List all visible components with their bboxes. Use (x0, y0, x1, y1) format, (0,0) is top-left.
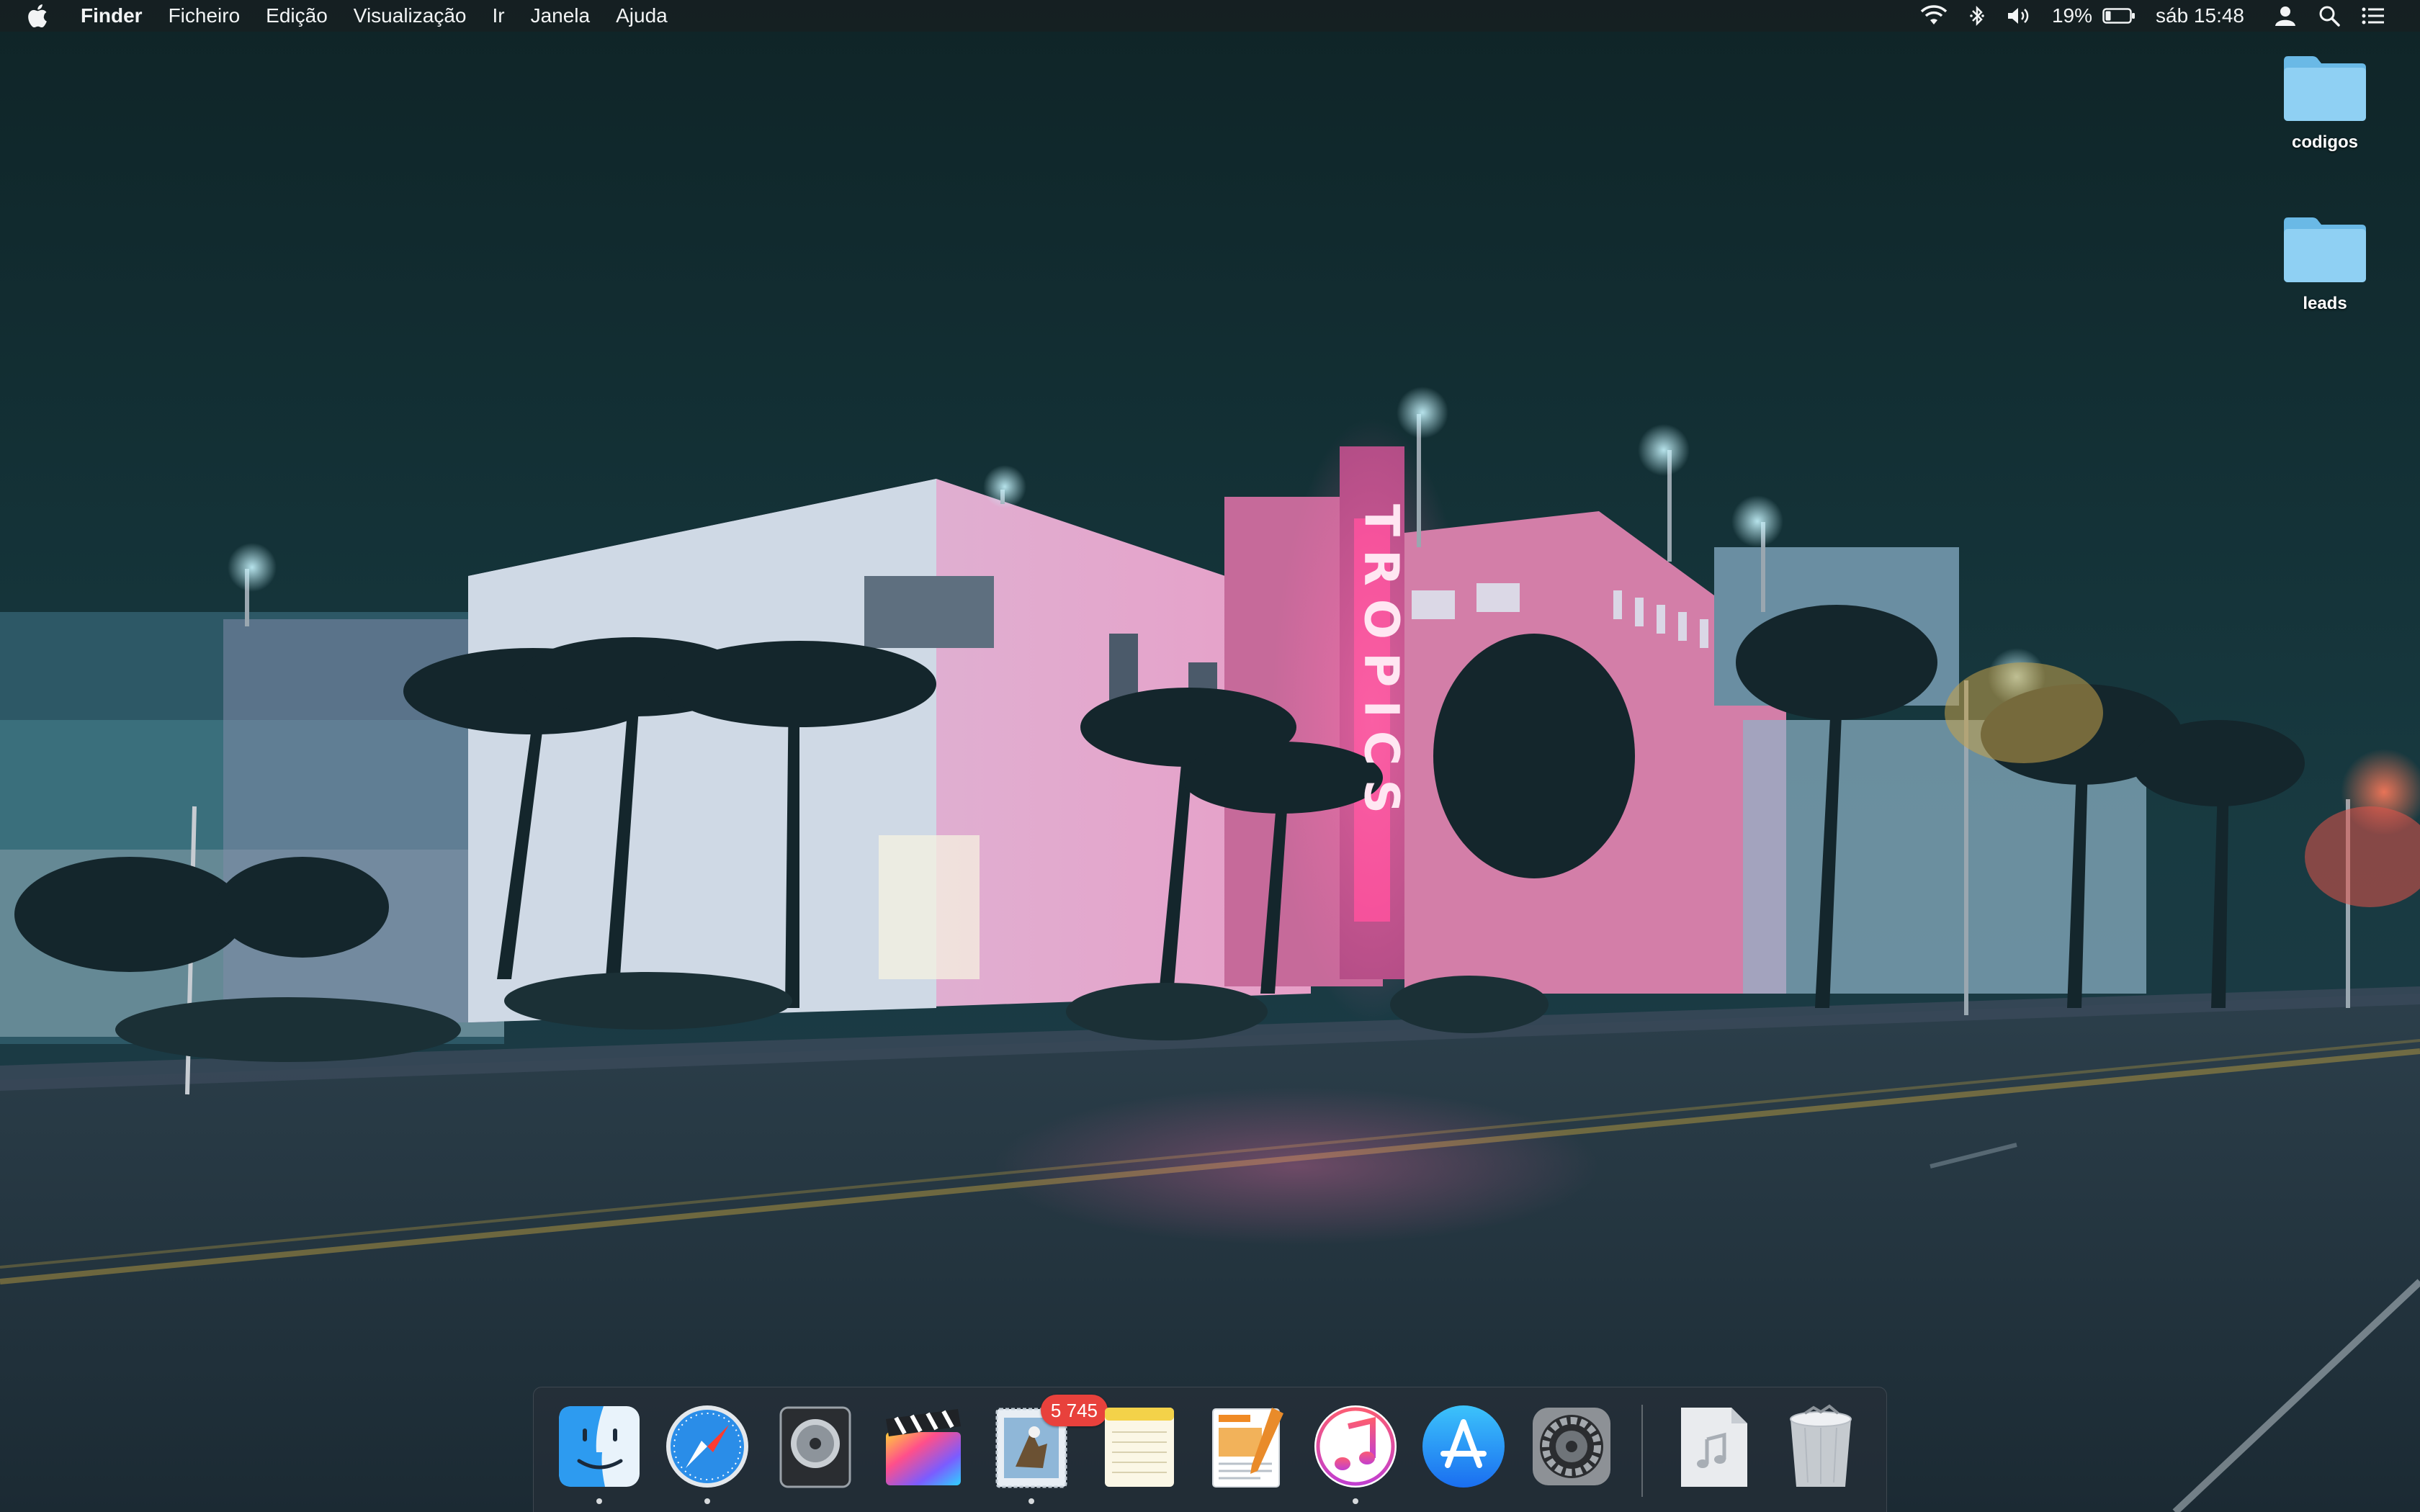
running-indicator (1028, 1498, 1034, 1504)
battery-icon[interactable] (2102, 0, 2146, 32)
music-document-icon (1681, 1408, 1747, 1487)
volume-icon[interactable] (1996, 0, 2042, 32)
menu-clock[interactable]: sáb 15:48 (2146, 0, 2263, 32)
dock-item-final-cut-pro[interactable] (877, 1402, 969, 1507)
dock-item-notes[interactable] (1093, 1402, 1186, 1507)
apple-logo-icon[interactable] (27, 0, 53, 32)
safari-icon (666, 1405, 748, 1488)
dock-item-trash[interactable] (1775, 1402, 1867, 1507)
notes-icon (1105, 1408, 1174, 1487)
trash-icon (1790, 1404, 1852, 1487)
dock-item-mail[interactable]: 5 745 (985, 1395, 1108, 1507)
dock: 5 745 (533, 1387, 1887, 1512)
desktop-folder-codigos[interactable]: codigos (2260, 50, 2390, 153)
folder-icon (2284, 217, 2366, 282)
menu-ajuda[interactable]: Ajuda (603, 0, 681, 32)
menu-ficheiro[interactable]: Ficheiro (156, 0, 254, 32)
dock-item-pages[interactable] (1201, 1402, 1294, 1507)
spotlight-search-icon[interactable] (2308, 0, 2351, 32)
dock-item-itunes[interactable] (1309, 1402, 1402, 1507)
running-indicator (1461, 1498, 1466, 1504)
running-indicator (1818, 1498, 1824, 1504)
dock-item-safari[interactable] (661, 1402, 753, 1507)
folder-label: codigos (2291, 132, 2358, 152)
menu-edicao[interactable]: Edição (253, 0, 341, 32)
neon-sign-text: TROPICS (1354, 504, 1410, 827)
menu-visualizacao[interactable]: Visualização (341, 0, 480, 32)
dock-item-music-document[interactable] (1667, 1402, 1759, 1507)
user-icon[interactable] (2263, 0, 2308, 32)
wallpaper: TROPICS (0, 387, 2420, 1512)
dock-item-logic-pro[interactable] (769, 1402, 861, 1507)
battery-percent[interactable]: 19% (2042, 0, 2102, 32)
running-indicator (812, 1498, 818, 1504)
finder-icon (559, 1406, 640, 1487)
desktop: TROPICS Finder Ficheiro Edição Visualiza… (0, 0, 2420, 1512)
menu-bar: Finder Ficheiro Edição Visualização Ir J… (0, 0, 2420, 32)
itunes-icon (1314, 1405, 1397, 1488)
running-indicator (920, 1498, 926, 1504)
logic-pro-icon (779, 1406, 851, 1488)
dock-item-finder[interactable] (553, 1402, 645, 1507)
pages-icon (1212, 1408, 1283, 1488)
bluetooth-icon[interactable] (1958, 0, 1996, 32)
folder-icon (2284, 56, 2366, 121)
running-indicator (1710, 1498, 1716, 1504)
running-indicator (1245, 1498, 1250, 1504)
dock-item-system-preferences[interactable] (1525, 1402, 1618, 1507)
system-preferences-icon (1533, 1408, 1610, 1485)
desktop-folder-leads[interactable]: leads (2260, 212, 2390, 314)
running-indicator (1353, 1498, 1358, 1504)
menu-ir[interactable]: Ir (479, 0, 517, 32)
running-indicator (1569, 1498, 1574, 1504)
running-indicator (1137, 1498, 1142, 1504)
folder-label: leads (2303, 294, 2347, 313)
final-cut-pro-icon (886, 1409, 961, 1485)
app-store-icon (1422, 1405, 1505, 1488)
menu-app-finder[interactable]: Finder (68, 0, 156, 32)
running-indicator (596, 1498, 602, 1504)
dock-item-app-store[interactable] (1417, 1402, 1510, 1507)
running-indicator (704, 1498, 710, 1504)
wifi-icon[interactable] (1909, 0, 1958, 32)
menu-janela[interactable]: Janela (518, 0, 604, 32)
notification-center-icon[interactable] (2351, 0, 2396, 32)
dock-separator (1641, 1405, 1643, 1497)
